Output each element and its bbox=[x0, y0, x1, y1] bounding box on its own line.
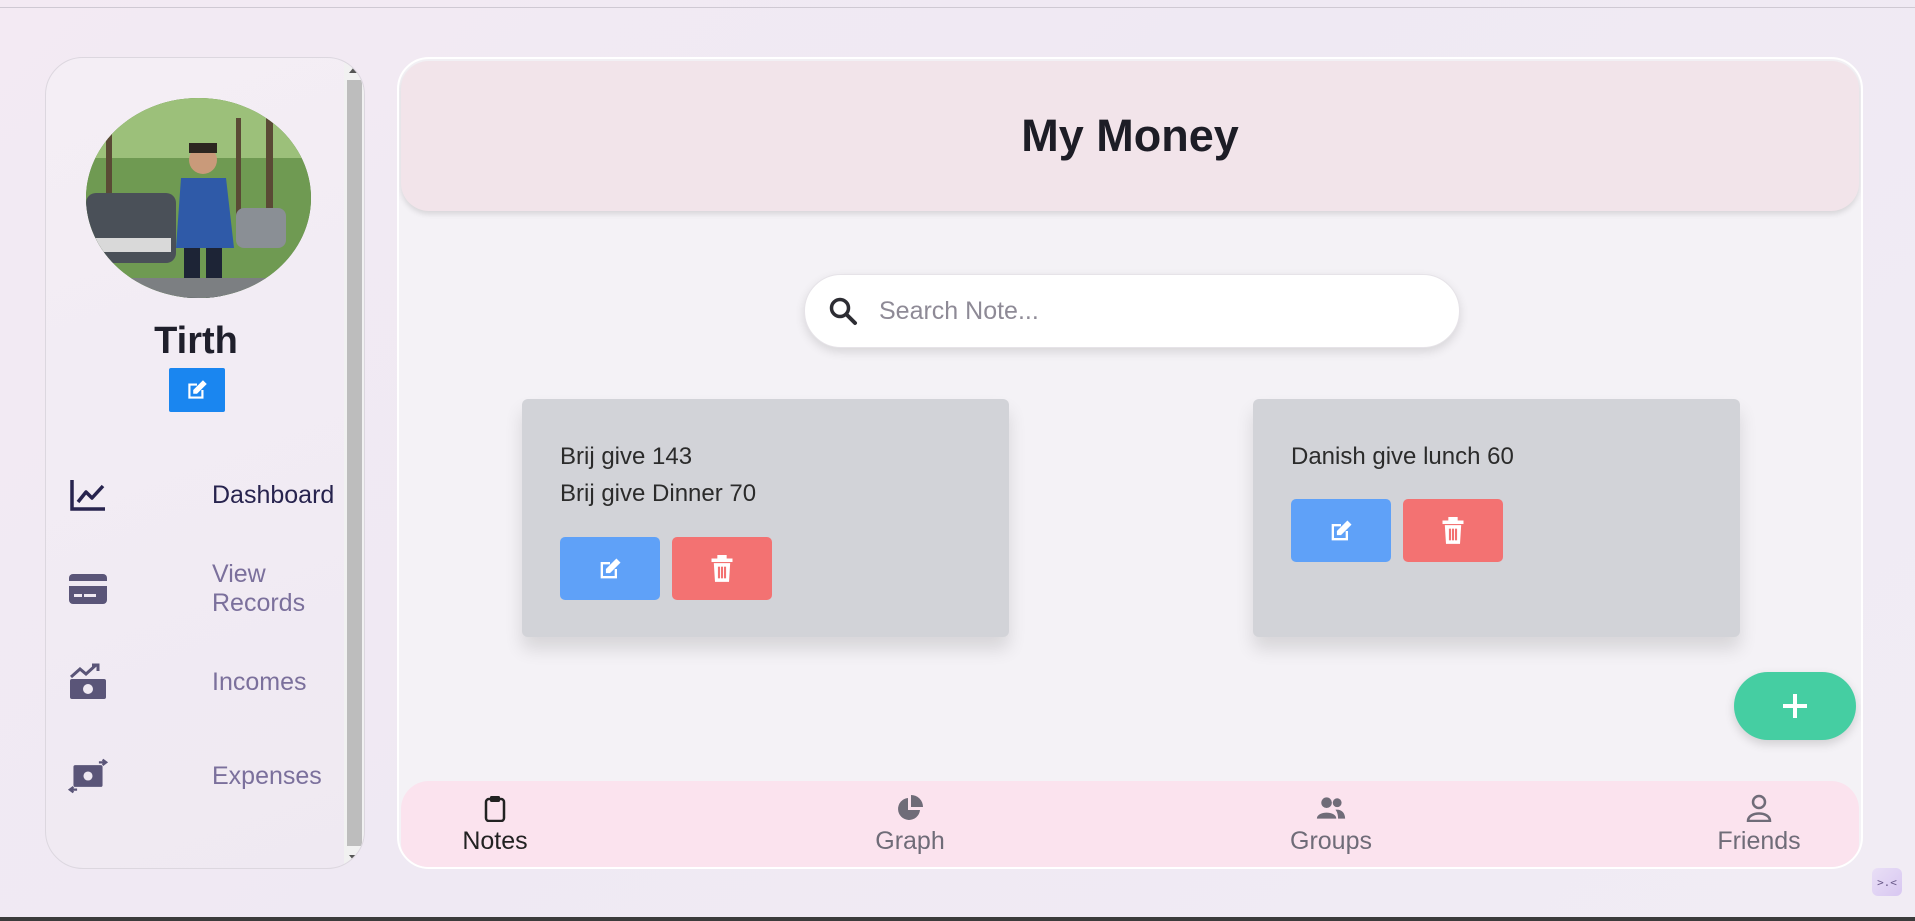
scroll-down-arrow-icon[interactable] bbox=[349, 855, 359, 861]
sidebar-item-view-records[interactable]: View Records bbox=[68, 560, 328, 617]
sidebar-item-incomes[interactable]: Incomes bbox=[68, 657, 328, 707]
sidebar-item-label: Incomes bbox=[212, 667, 307, 696]
sidebar-scrollbar[interactable] bbox=[344, 58, 364, 868]
sidebar-item-label: View Records bbox=[212, 560, 306, 617]
scroll-up-arrow-icon[interactable] bbox=[349, 67, 359, 73]
delete-note-button[interactable] bbox=[672, 537, 772, 600]
bottom-nav-friends[interactable]: Friends bbox=[1699, 793, 1819, 863]
chart-line-icon bbox=[68, 475, 108, 515]
note-text-line: Brij give Dinner 70 bbox=[560, 480, 757, 507]
money-bill-transfer-icon bbox=[68, 756, 108, 796]
clipboard-icon bbox=[480, 793, 510, 823]
note-text-line: Danish give lunch 60 bbox=[1291, 443, 1514, 470]
edit-note-button[interactable] bbox=[560, 537, 660, 600]
sidebar-item-label: Dashboard bbox=[212, 480, 335, 509]
scrollbar-thumb[interactable] bbox=[347, 80, 362, 846]
page-header: My Money bbox=[401, 61, 1859, 211]
bottom-nav-label: Groups bbox=[1290, 827, 1372, 855]
corner-widget-icon[interactable]: >.< bbox=[1872, 868, 1902, 896]
search-icon bbox=[829, 297, 857, 325]
edit-icon bbox=[600, 558, 621, 578]
user-name: Tirth bbox=[154, 320, 238, 362]
edit-icon bbox=[1331, 520, 1352, 540]
note-text-line: Brij give 143 bbox=[560, 443, 693, 470]
bottom-nav-label: Notes bbox=[462, 827, 528, 855]
sidebar-item-label: Expenses bbox=[212, 761, 322, 790]
bottom-nav-label: Friends bbox=[1717, 827, 1801, 855]
page-title: My Money bbox=[1021, 110, 1239, 161]
sidebar: Tirth Dashboard View Records Incomes Exp… bbox=[45, 57, 365, 869]
edit-note-button[interactable] bbox=[1291, 499, 1391, 562]
bottom-nav-notes[interactable]: Notes bbox=[435, 793, 555, 863]
sidebar-item-dashboard[interactable]: Dashboard bbox=[68, 470, 334, 520]
note-card: Danish give lunch 60 bbox=[1253, 399, 1740, 637]
credit-card-icon bbox=[68, 569, 108, 609]
user-icon bbox=[1744, 793, 1774, 823]
trash-icon bbox=[711, 554, 733, 582]
avatar-photo bbox=[86, 98, 311, 298]
search-bar[interactable] bbox=[804, 274, 1460, 348]
trash-icon bbox=[1442, 516, 1464, 544]
bottom-nav-label: Graph bbox=[875, 827, 945, 855]
main-panel: My Money Brij give 143 Brij give Dinner … bbox=[397, 57, 1863, 869]
delete-note-button[interactable] bbox=[1403, 499, 1503, 562]
note-card: Brij give 143 Brij give Dinner 70 bbox=[522, 399, 1009, 637]
bottom-nav-groups[interactable]: Groups bbox=[1271, 793, 1391, 863]
bottom-nav-graph[interactable]: Graph bbox=[850, 793, 970, 863]
search-input[interactable] bbox=[879, 287, 1439, 335]
pie-chart-icon bbox=[895, 793, 925, 823]
add-note-button[interactable] bbox=[1734, 672, 1856, 740]
edit-profile-button[interactable] bbox=[169, 368, 225, 412]
plus-icon bbox=[1783, 694, 1807, 718]
avatar[interactable] bbox=[86, 98, 311, 298]
money-bill-trend-up-icon bbox=[68, 662, 108, 702]
bottom-navigation: Notes Graph Groups Friends bbox=[401, 781, 1859, 867]
window-top-border bbox=[0, 7, 1915, 8]
edit-icon bbox=[188, 380, 207, 399]
window-bottom-border bbox=[0, 917, 1915, 921]
sidebar-item-expenses[interactable]: Expenses bbox=[68, 751, 328, 801]
users-icon bbox=[1316, 793, 1346, 823]
